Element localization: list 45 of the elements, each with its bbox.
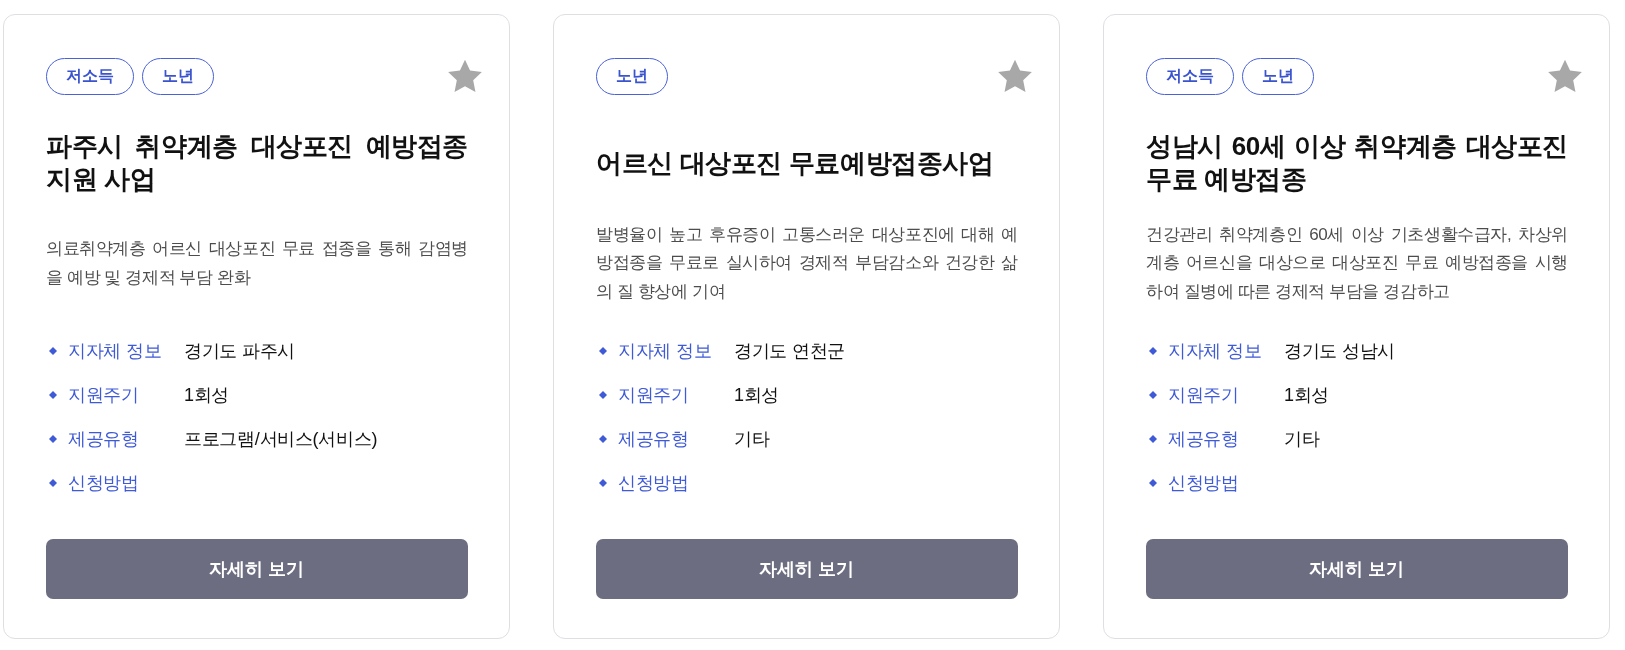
card-title: 성남시 60세 이상 취약계층 대상포진 무료 예방접종: [1146, 130, 1568, 196]
card-description: 의료취약계층 어르신 대상포진 무료 접종을 통해 감염병을 예방 및 경제적 부담 완화: [46, 238, 468, 289]
info-label: 신청방법: [68, 472, 140, 495]
star-icon[interactable]: [997, 59, 1033, 94]
card-description: 건강관리 취약계층인 60세 이상 기초생활수급자, 차상위계층 어르신을 대상으로 대상포진 무료 예방접종을 시행하여 질병에 따른 경제적 부담을 경감하고: [1146, 223, 1568, 303]
info-label: 제공유형: [68, 428, 140, 451]
info-label: 제공유형: [1168, 428, 1240, 451]
info-label: 지자체 정보: [1168, 340, 1263, 363]
info-label: 지원주기: [618, 384, 690, 407]
diamond-icon: [49, 479, 57, 487]
info-label: 지자체 정보: [68, 340, 163, 363]
card-title: 어르신 대상포진 무료예방접종사업: [596, 146, 994, 180]
diamond-icon: [1149, 435, 1157, 443]
info-value: 1회성: [184, 384, 230, 407]
info-value: 1회성: [734, 384, 780, 407]
diamond-icon: [1149, 479, 1157, 487]
diamond-icon: [49, 347, 57, 355]
info-label: 제공유형: [618, 428, 690, 451]
diamond-icon: [1149, 347, 1157, 355]
diamond-icon: [599, 479, 607, 487]
star-icon[interactable]: [1547, 59, 1583, 94]
diamond-icon: [599, 435, 607, 443]
info-label: 지자체 정보: [618, 340, 713, 363]
info-value: 기타: [734, 428, 770, 451]
diamond-icon: [1149, 391, 1157, 399]
star-icon[interactable]: [447, 59, 483, 94]
info-value: 1회성: [1284, 384, 1330, 407]
card-title: 파주시 취약계층 대상포진 예방접종 지원 사업: [46, 130, 468, 196]
detail-button[interactable]: 자세히 보기: [46, 539, 468, 599]
card-description: 발병율이 높고 후유증이 고통스러운 대상포진에 대해 예방접종을 무료로 실시하여 경제적 부담감소와 건강한 삶의 질 향상에 기여: [596, 223, 1018, 303]
info-label: 신청방법: [1168, 472, 1240, 495]
info-label: 지원주기: [68, 384, 140, 407]
info-label: 신청방법: [618, 472, 690, 495]
info-value: 경기도 연천군: [734, 340, 845, 363]
detail-button[interactable]: 자세히 보기: [596, 539, 1018, 599]
info-value: 기타: [1284, 428, 1320, 451]
diamond-icon: [49, 391, 57, 399]
diamond-icon: [599, 391, 607, 399]
info-label: 지원주기: [1168, 384, 1240, 407]
info-value: 경기도 성남시: [1284, 340, 1395, 363]
diamond-icon: [599, 347, 607, 355]
detail-button[interactable]: 자세히 보기: [1146, 539, 1568, 599]
info-value: 경기도 파주시: [184, 340, 295, 363]
diamond-icon: [49, 435, 57, 443]
info-value: 프로그램/서비스(서비스): [184, 428, 378, 451]
